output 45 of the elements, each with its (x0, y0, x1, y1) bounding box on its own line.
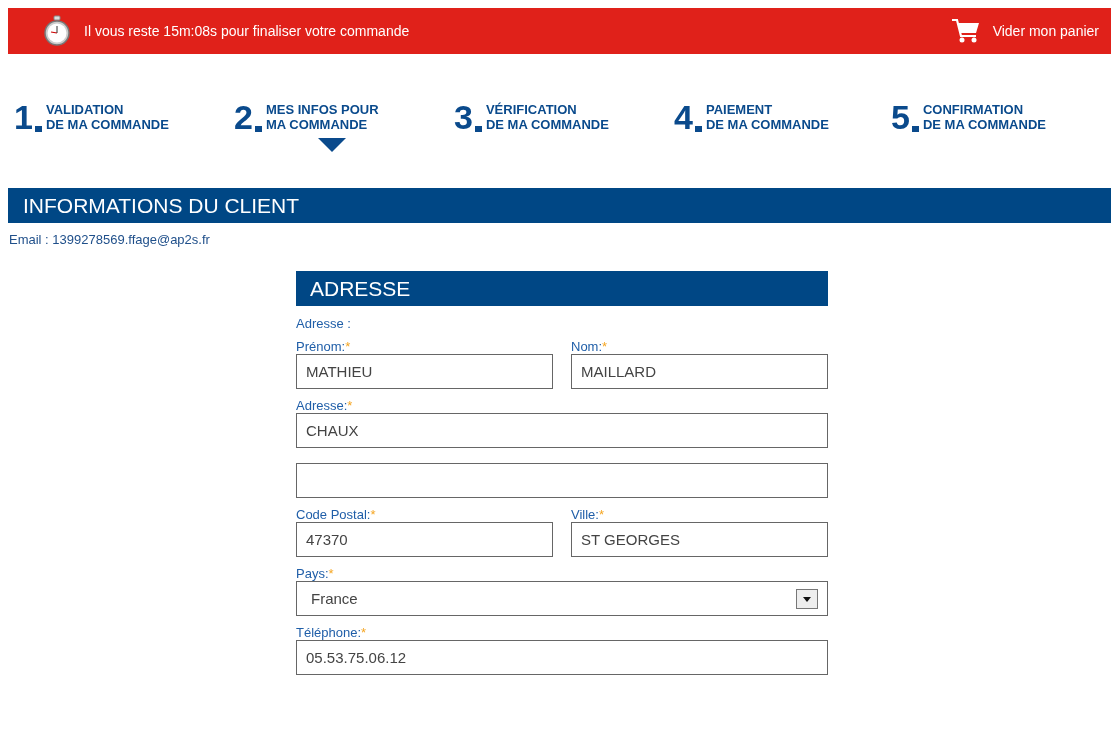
step-subtitle: DE MA COMMANDE (45, 117, 169, 132)
step-subtitle: DE MA COMMANDE (485, 117, 609, 132)
cart-icon[interactable] (950, 18, 981, 44)
stopwatch-icon (42, 15, 72, 47)
input-field[interactable]: MAILLARD (571, 354, 828, 389)
field-label: Nom: (571, 339, 603, 354)
field-label: Ville: (571, 507, 599, 522)
timer-message: Il vous reste 15m:08s pour finaliser votre commande (84, 23, 410, 39)
step-title: MES INFOS POUR (265, 102, 379, 117)
field-label: Adresse: (296, 398, 348, 413)
input-field[interactable]: 47370 (296, 522, 553, 557)
step-title: VALIDATION (45, 102, 125, 117)
step-subtitle: DE MA COMMANDE (705, 117, 829, 132)
field-label: Code Postal: (296, 507, 371, 522)
step-number: 2 (234, 102, 253, 132)
required-mark: * (347, 398, 353, 413)
step-number: 3 (454, 102, 473, 132)
step-subtitle: DE MA COMMANDE (922, 117, 1046, 132)
country-select[interactable]: France (296, 581, 828, 616)
required-mark: * (345, 339, 351, 354)
input-field[interactable]: ST GEORGES (571, 522, 828, 557)
section-header: ADRESSE (296, 271, 828, 306)
required-mark: * (370, 507, 376, 522)
field-label: Pays: (296, 566, 329, 581)
step-number: 5 (891, 102, 910, 132)
step-number: 4 (674, 102, 693, 132)
step-title: PAIEMENT (705, 102, 774, 117)
input-field[interactable] (296, 463, 828, 498)
input-field[interactable]: MATHIEU (296, 354, 553, 389)
required-mark: * (598, 507, 604, 522)
field-label: Prénom: (296, 339, 346, 354)
empty-cart-link[interactable]: Vider mon panier (992, 23, 1099, 39)
step-subtitle: MA COMMANDE (265, 117, 369, 132)
email-text: Email : 1399278569.ffage@ap2s.fr (9, 232, 211, 247)
field-label: Téléphone: (296, 625, 362, 640)
required-mark: * (328, 566, 334, 581)
section-header: INFORMATIONS DU CLIENT (8, 188, 1111, 223)
input-field[interactable]: CHAUX (296, 413, 828, 448)
required-mark: * (602, 339, 608, 354)
step-title: VÉRIFICATION (485, 102, 578, 117)
input-field[interactable]: 05.53.75.06.12 (296, 640, 828, 675)
step-title: CONFIRMATION (922, 102, 1025, 117)
step-number: 1 (14, 102, 33, 132)
address-caption: Adresse : (296, 316, 352, 330)
required-mark: * (361, 625, 367, 640)
